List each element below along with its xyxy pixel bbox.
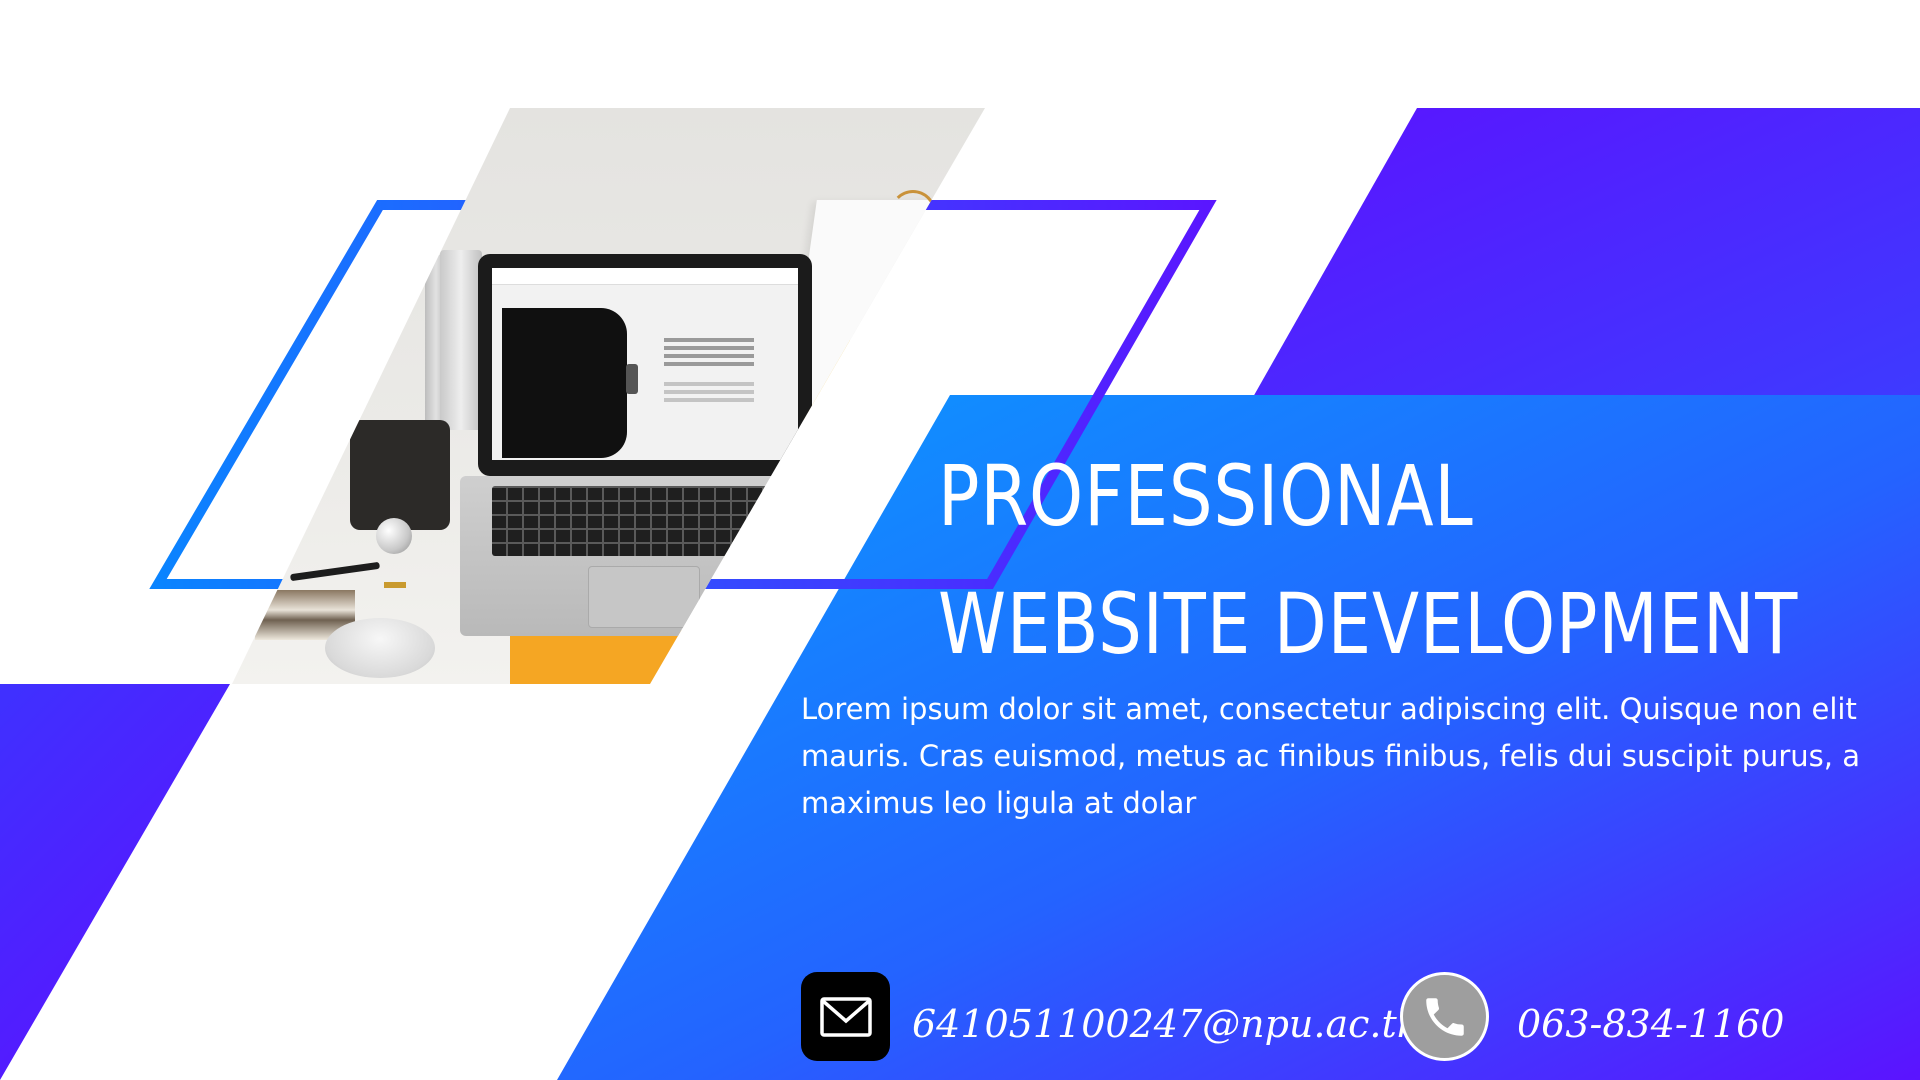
globe-stand xyxy=(384,552,406,588)
envelope-glyph xyxy=(819,996,872,1037)
headline: PROFESSIONAL WEBSITE DEVELOPMENT xyxy=(938,432,1799,688)
phone-number[interactable]: 063-834-1160 xyxy=(1517,999,1784,1049)
camera xyxy=(350,420,450,530)
white-cup xyxy=(325,618,435,678)
watch-image xyxy=(502,308,627,458)
globe-ornament xyxy=(376,518,412,554)
screen-text-lines xyxy=(664,338,754,342)
laptop-screen xyxy=(492,268,798,460)
bottom-left-violet-shape xyxy=(0,684,230,1080)
lamp-stand xyxy=(440,250,482,430)
headline-line-2: WEBSITE DEVELOPMENT xyxy=(938,575,1799,673)
body-paragraph: Lorem ipsum dolor sit amet, consectetur … xyxy=(801,692,1860,820)
top-right-violet-shape xyxy=(1240,108,1920,420)
laptop-trackpad xyxy=(588,566,700,628)
mail-icon xyxy=(801,972,890,1061)
handset-glyph xyxy=(1425,997,1464,1036)
email-address[interactable]: 641051100247@npu.ac.th xyxy=(912,999,1421,1049)
phone-icon xyxy=(1400,972,1489,1061)
watch-crown xyxy=(626,364,638,394)
browser-bar xyxy=(492,268,798,285)
headline-line-1: PROFESSIONAL xyxy=(938,447,1474,545)
